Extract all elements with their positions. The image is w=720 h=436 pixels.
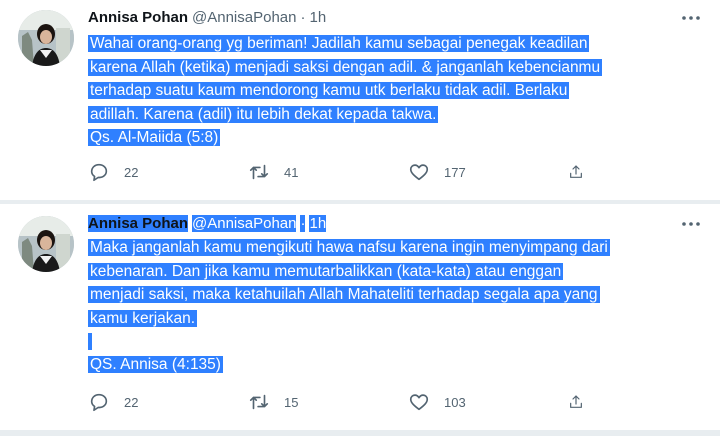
reply-count: 22 xyxy=(124,394,139,410)
timestamp[interactable]: 1h xyxy=(309,9,326,26)
separator: · xyxy=(300,8,306,26)
more-icon[interactable] xyxy=(678,214,704,234)
heart-icon xyxy=(409,164,429,181)
reply-count: 22 xyxy=(124,164,139,180)
avatar[interactable] xyxy=(18,216,74,272)
share-button[interactable] xyxy=(568,161,598,183)
tweet-line: menjadi saksi, maka ketahuilah Allah Mah… xyxy=(88,286,600,303)
tweet-line: karena Allah (ketika) menjadi saksi deng… xyxy=(88,58,603,76)
retweet-icon xyxy=(249,164,269,180)
share-icon xyxy=(570,395,582,408)
more-icon[interactable] xyxy=(678,8,704,28)
tweet-line: adillah. Karena (adil) itu lebih dekat k… xyxy=(88,105,439,123)
author-name[interactable]: Annisa Pohan xyxy=(88,214,189,232)
tweet[interactable]: Annisa Pohan @AnnisaPohan · 1h Wahai ora… xyxy=(0,0,720,200)
share-button[interactable] xyxy=(568,391,598,413)
like-button[interactable]: 103 xyxy=(408,391,568,413)
separator: · xyxy=(300,214,306,232)
reply-icon xyxy=(90,393,108,412)
reply-button[interactable]: 22 xyxy=(88,161,248,183)
retweet-icon xyxy=(249,394,269,410)
avatar[interactable] xyxy=(18,10,74,66)
share-icon xyxy=(570,165,582,178)
tweet-text: Maka janganlah kamu mengikuti hawa nafsu… xyxy=(88,236,708,377)
tweet-actions: 22 15 103 xyxy=(88,390,628,414)
author-handle[interactable]: @AnnisaPohan xyxy=(192,9,296,26)
heart-icon xyxy=(409,394,429,411)
tweet-line: Qs. Al-Maiida (5:8) xyxy=(88,129,221,146)
reply-button[interactable]: 22 xyxy=(88,391,248,413)
tweet-line-blank xyxy=(88,330,708,353)
tweet[interactable]: Annisa Pohan @AnnisaPohan · 1h Maka jang… xyxy=(0,204,720,430)
retweet-count: 15 xyxy=(284,394,299,410)
tweet-line: terhadap suatu kaum mendorong kamu utk b… xyxy=(88,82,570,99)
tweet-divider xyxy=(0,430,720,436)
author-handle[interactable]: @AnnisaPohan xyxy=(192,214,297,232)
tweet-actions: 22 41 177 xyxy=(88,160,628,184)
tweet-line: kebenaran. Dan jika kamu memutarbalikkan… xyxy=(88,262,564,280)
avatar-image xyxy=(18,216,74,272)
retweet-button[interactable]: 15 xyxy=(248,391,408,413)
like-count: 103 xyxy=(444,394,466,410)
like-count: 177 xyxy=(444,164,466,180)
tweet-header: Annisa Pohan @AnnisaPohan · 1h xyxy=(88,6,326,28)
tweet-line: kamu kerjakan. xyxy=(88,309,198,327)
author-name[interactable]: Annisa Pohan xyxy=(88,9,188,26)
timestamp[interactable]: 1h xyxy=(309,214,327,232)
retweet-count: 41 xyxy=(284,164,299,180)
tweet-header: Annisa Pohan @AnnisaPohan · 1h xyxy=(88,212,327,234)
tweet-line: Wahai orang-orang yg beriman! Jadilah ka… xyxy=(88,35,590,52)
tweet-text: Wahai orang-orang yg beriman! Jadilah ka… xyxy=(88,32,708,150)
tweet-line: Maka janganlah kamu mengikuti hawa nafsu… xyxy=(88,239,610,256)
retweet-button[interactable]: 41 xyxy=(248,161,408,183)
avatar-image xyxy=(18,10,74,66)
tweet-line: QS. Annisa (4:135) xyxy=(88,356,223,373)
like-button[interactable]: 177 xyxy=(408,161,568,183)
reply-icon xyxy=(90,163,108,182)
